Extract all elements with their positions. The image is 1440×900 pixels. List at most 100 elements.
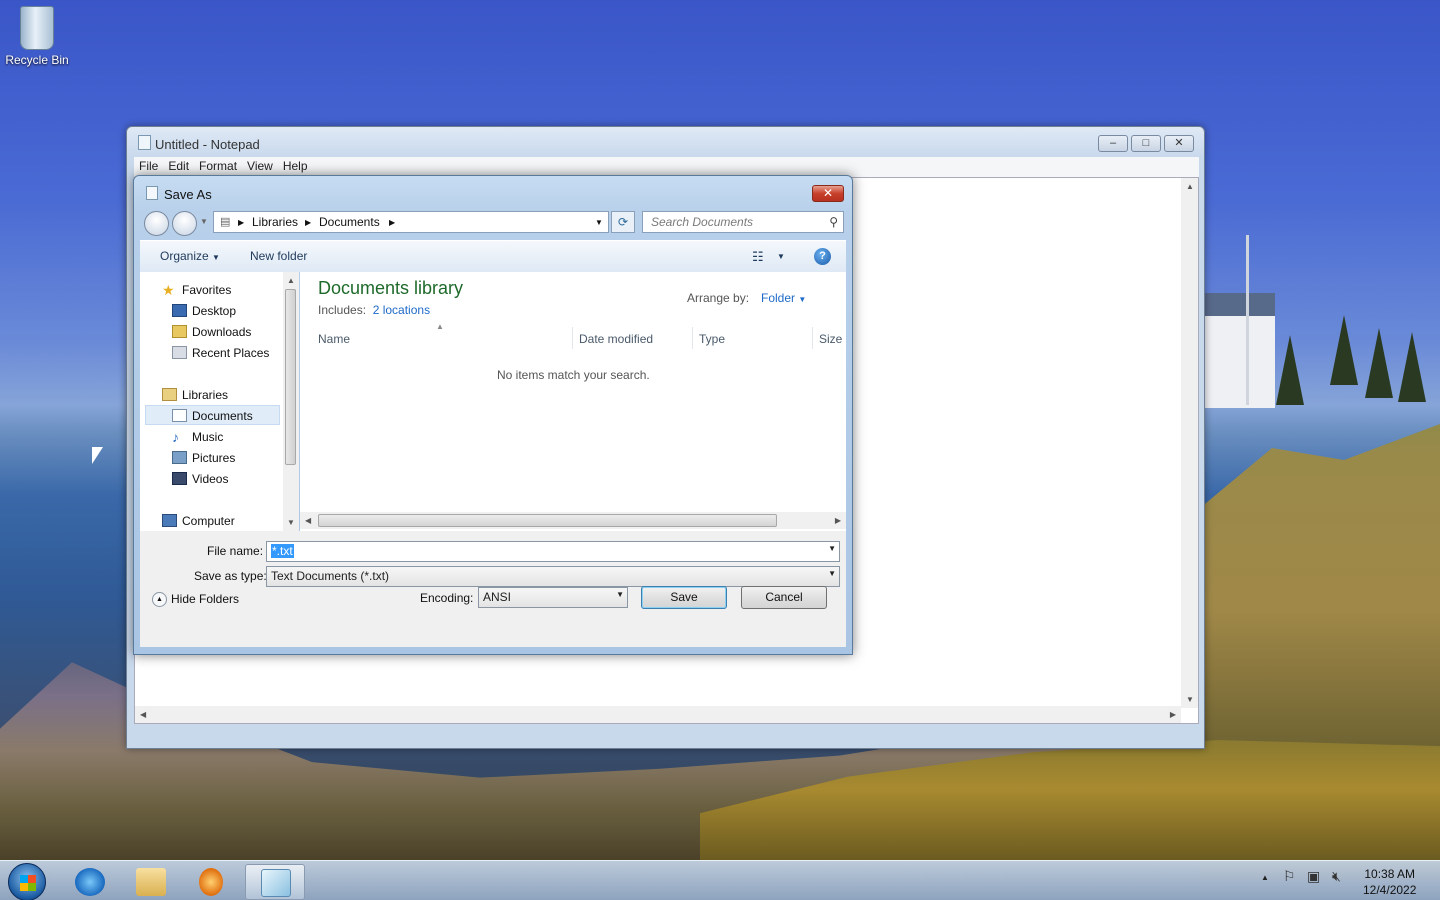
scroll-right-icon[interactable]: ▶	[835, 516, 841, 525]
back-button[interactable]	[144, 211, 169, 236]
menu-help[interactable]: Help	[278, 157, 313, 175]
includes-locations-link[interactable]: 2 locations	[373, 303, 430, 317]
menu-format[interactable]: Format	[194, 157, 242, 175]
arrange-by-dropdown[interactable]: Folder ▼	[761, 291, 806, 305]
column-divider[interactable]	[812, 327, 813, 349]
help-icon[interactable]: ?	[814, 248, 831, 265]
save-button[interactable]: Save	[641, 586, 727, 609]
address-bar[interactable]: ▤ ▶ Libraries ▶ Documents ▶ ▼	[213, 211, 609, 233]
breadcrumb-arrow-icon[interactable]: ▶	[305, 218, 311, 227]
network-icon[interactable]: ▣	[1307, 868, 1320, 885]
search-placeholder: Search Documents	[651, 215, 754, 229]
search-input[interactable]: Search Documents ⚲	[642, 211, 844, 233]
scroll-left-icon[interactable]: ◀	[140, 710, 146, 719]
tree	[1330, 315, 1358, 385]
file-list-pane[interactable]: Documents library Includes: 2 locations …	[300, 272, 846, 531]
new-folder-button[interactable]: New folder	[250, 249, 307, 263]
scrollbar-thumb[interactable]	[318, 514, 777, 527]
view-dropdown-icon[interactable]: ▼	[777, 252, 785, 261]
nav-desktop-label: Desktop	[192, 304, 237, 318]
nav-favorites[interactable]: ★ Favorites	[162, 280, 231, 300]
save-type-select[interactable]: Text Documents (*.txt) ▼	[266, 566, 840, 587]
navigation-scrollbar[interactable]: ▲ ▼	[283, 272, 299, 531]
restore-button[interactable]: □	[1131, 135, 1161, 152]
cancel-button[interactable]: Cancel	[741, 586, 827, 609]
nav-videos[interactable]: Videos	[172, 469, 228, 489]
save-type-dropdown-icon[interactable]: ▼	[828, 569, 836, 578]
documents-icon	[172, 409, 187, 422]
search-icon[interactable]: ⚲	[829, 215, 838, 229]
nav-libraries-label: Libraries	[182, 388, 229, 402]
clock[interactable]: 10:38 AM 12/4/2022	[1363, 866, 1416, 898]
nav-recent-places[interactable]: Recent Places	[172, 343, 270, 363]
nav-music-label: Music	[192, 430, 224, 444]
menu-edit[interactable]: Edit	[163, 157, 194, 175]
breadcrumb-documents[interactable]: Documents	[319, 215, 380, 229]
scroll-up-icon[interactable]: ▲	[1186, 182, 1194, 191]
scroll-down-icon[interactable]: ▼	[1186, 695, 1194, 704]
nav-desktop[interactable]: Desktop	[172, 301, 237, 321]
dialog-close-button[interactable]: ✕	[812, 185, 844, 202]
start-button[interactable]	[8, 863, 46, 900]
menu-file[interactable]: File	[134, 157, 163, 175]
horizontal-scrollbar[interactable]: ◀ ▶	[135, 706, 1181, 723]
vertical-scrollbar[interactable]: ▲ ▼	[1181, 178, 1198, 708]
recycle-bin-icon	[20, 6, 54, 50]
taskbar-explorer[interactable]	[121, 864, 181, 900]
file-name-input[interactable]: *.txt ▼	[266, 541, 840, 562]
encoding-select[interactable]: ANSI ▼	[478, 587, 628, 608]
column-date-modified[interactable]: Date modified	[579, 332, 653, 346]
hide-folders-button[interactable]: ▲ Hide Folders	[152, 592, 239, 608]
menu-view[interactable]: View	[242, 157, 278, 175]
taskbar-media-player[interactable]	[181, 864, 241, 900]
recycle-bin[interactable]: Recycle Bin	[4, 6, 70, 67]
organize-button[interactable]: Organize ▼	[160, 249, 220, 263]
scroll-right-icon[interactable]: ▶	[1170, 710, 1176, 719]
column-type[interactable]: Type	[699, 332, 725, 346]
music-icon: ♪	[172, 429, 179, 445]
breadcrumb-arrow-icon[interactable]: ▶	[389, 218, 395, 227]
breadcrumb-libraries[interactable]: Libraries	[252, 215, 298, 229]
folder-icon	[136, 868, 166, 896]
nav-pictures-label: Pictures	[192, 451, 236, 465]
show-hidden-icons-icon[interactable]: ▲	[1261, 873, 1269, 882]
forward-button[interactable]	[172, 211, 197, 236]
taskbar-internet-explorer[interactable]	[60, 864, 120, 900]
file-list-horizontal-scrollbar[interactable]: ◀ ▶	[300, 512, 846, 529]
nav-computer[interactable]: Computer	[162, 511, 235, 531]
view-options-icon[interactable]: ☷	[752, 249, 764, 265]
organize-dropdown-icon: ▼	[212, 253, 220, 262]
empty-message: No items match your search.	[497, 368, 650, 382]
breadcrumb-arrow-icon[interactable]: ▶	[238, 218, 244, 227]
nav-downloads[interactable]: Downloads	[172, 322, 251, 342]
refresh-button[interactable]: ⟳	[611, 211, 635, 233]
arrange-by-value: Folder	[761, 291, 796, 305]
scrollbar-thumb[interactable]	[285, 289, 296, 465]
address-dropdown-icon[interactable]: ▼	[595, 218, 603, 227]
nav-documents[interactable]: Documents	[145, 405, 280, 425]
nav-recent-label: Recent Places	[192, 346, 270, 360]
column-size[interactable]: Size	[819, 332, 842, 346]
file-name-dropdown-icon[interactable]: ▼	[828, 544, 836, 553]
encoding-dropdown-icon[interactable]: ▼	[616, 590, 624, 599]
close-button[interactable]: ✕	[1164, 135, 1194, 152]
column-divider[interactable]	[692, 327, 693, 349]
scroll-up-icon[interactable]: ▲	[287, 276, 295, 285]
column-divider[interactable]	[572, 327, 573, 349]
scroll-down-icon[interactable]: ▼	[287, 518, 295, 527]
collapse-icon: ▲	[152, 592, 167, 608]
taskbar: ▲ ⚐ ▣ 🔇︎ 10:38 AM 12/4/2022	[0, 860, 1440, 900]
clock-time: 10:38 AM	[1364, 867, 1416, 881]
recycle-bin-label: Recycle Bin	[5, 53, 69, 67]
taskbar-notepad[interactable]	[245, 864, 305, 900]
volume-muted-icon[interactable]: 🔇︎	[1332, 868, 1341, 885]
minimize-button[interactable]: –	[1098, 135, 1128, 152]
nav-libraries[interactable]: Libraries	[162, 385, 229, 405]
action-center-flag-icon[interactable]: ⚐	[1283, 868, 1296, 885]
history-dropdown-icon[interactable]: ▼	[200, 217, 208, 226]
videos-icon	[172, 472, 187, 485]
scroll-left-icon[interactable]: ◀	[305, 516, 311, 525]
column-name[interactable]: Name	[318, 332, 350, 346]
nav-pictures[interactable]: Pictures	[172, 448, 236, 468]
nav-music[interactable]: ♪ Music	[172, 427, 224, 447]
